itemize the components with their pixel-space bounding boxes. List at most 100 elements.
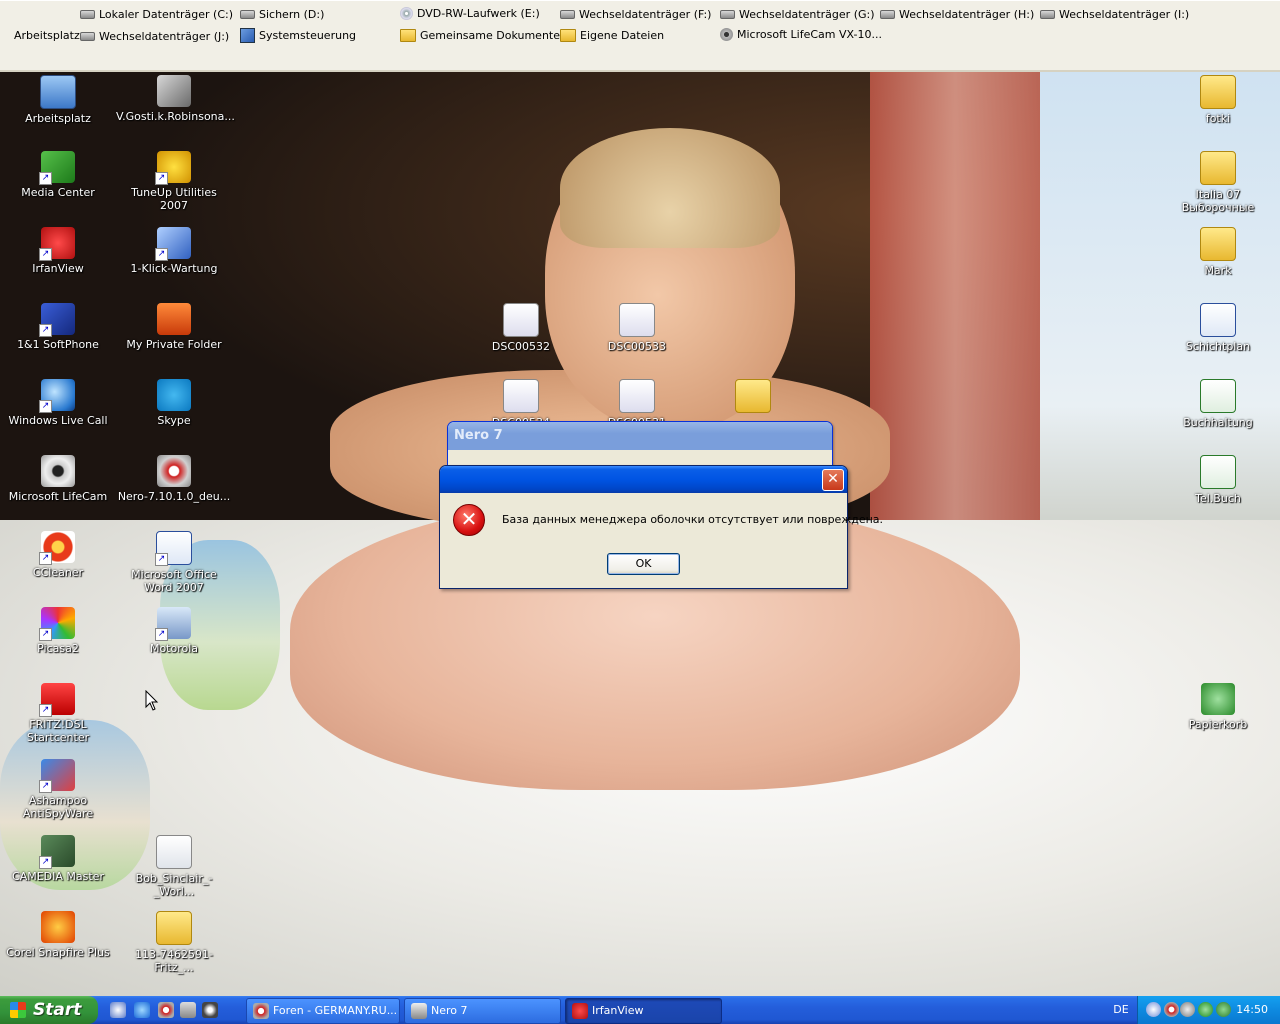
task-nero[interactable]: Nero 7 [404,998,561,1024]
desktop-icon-dsc00533[interactable]: DSC00533 [579,303,695,353]
tray-network-icon[interactable] [1180,1002,1195,1017]
lifecam-link[interactable]: Microsoft LifeCam VX-10... [720,28,882,41]
drive-f[interactable]: Wechseldatenträger (F:) [560,8,711,21]
desktop-icon-fritz[interactable]: FRITZ!DSL Startcenter [0,683,116,744]
webcam-icon [41,455,75,487]
desktop-icon-word[interactable]: Microsoft Office Word 2007 [116,531,232,594]
shared-documents-link[interactable]: Gemeinsame Dokumente [400,29,560,42]
hdd-icon [720,10,735,19]
nero-icon [411,1003,427,1019]
desktop-icon-lifecam[interactable]: Microsoft LifeCam [0,455,116,503]
windows-logo-icon [10,1002,26,1018]
irfanview-icon [39,227,75,261]
desktop-icon-motorola[interactable]: Motorola [116,607,232,655]
nero-window-title: Nero 7 [448,422,832,450]
desktop-icon-tuneup[interactable]: TuneUp Utilities 2007 [116,151,232,212]
ok-button[interactable]: OK [607,553,680,575]
task-irfanview[interactable]: IrfanView [565,998,722,1024]
image-file-icon [619,303,655,337]
media-player-icon[interactable] [202,1002,218,1018]
start-button[interactable]: Start [0,996,98,1024]
control-panel-link[interactable]: Systemsteuerung [240,28,356,43]
drive-j[interactable]: Wechseldatenträger (J:) [80,30,229,43]
drive-d[interactable]: Sichern (D:) [240,8,324,21]
desktop-icon-center-folder[interactable] [695,379,811,416]
desktop-icon-private-folder[interactable]: My Private Folder [116,303,232,351]
skype-icon [157,379,191,411]
desktop-icon-recycle-bin[interactable]: Papierkorb [1160,683,1276,731]
word-icon [155,531,192,566]
opera-icon [253,1003,269,1019]
notepad-icon[interactable] [180,1002,196,1018]
video-file-icon [157,75,191,107]
desktop-icon-camedia[interactable]: CAMEDIA Master [0,835,116,883]
desktop-icon-fotki[interactable]: fotki [1160,75,1276,125]
desktop-icon-live-call[interactable]: Windows Live Call [0,379,116,427]
clock: 14:50 [1236,1003,1268,1016]
desktop-icon-mark[interactable]: Mark [1160,227,1276,277]
drive-e[interactable]: DVD-RW-Laufwerk (E:) [400,7,540,20]
internet-explorer-icon[interactable] [134,1002,150,1018]
softphone-icon [39,303,75,337]
folder-icon [1200,151,1236,185]
desktop-icon-irfanview[interactable]: IrfanView [0,227,116,275]
desktop-icon-skype[interactable]: Skype [116,379,232,427]
desktop-icon-italia[interactable]: Italia 07 Выборочные [1160,151,1276,214]
desktop-icon-1klick[interactable]: 1-Klick-Wartung [116,227,232,275]
desktop-icon-picasa[interactable]: Picasa2 [0,607,116,655]
desktop-icon-nero-setup[interactable]: Nero-7.10.1.0_deu... [116,455,232,503]
my-documents-link[interactable]: Eigene Dateien [560,29,664,42]
tray-app-icon[interactable] [1216,1002,1231,1017]
dialog-titlebar[interactable]: ✕ [440,466,847,493]
desktop-icon-dsc00532[interactable]: DSC00532 [463,303,579,353]
error-icon: ✕ [453,504,485,536]
folder-icon [156,911,192,945]
desktop-icon-gosti[interactable]: V.Gosti.k.Robinsona... [116,75,235,123]
folder-icon [400,29,416,42]
camedia-icon [39,835,75,869]
image-file-icon [619,379,655,413]
desktop-icon-media-center[interactable]: Media Center [0,151,116,199]
hdd-icon [1040,10,1055,19]
desktop-icon-ccleaner[interactable]: CCleaner [0,531,116,579]
desktop-icon-mp3[interactable]: Bob_Sinclair_-_Worl... [116,835,232,898]
live-call-icon [39,379,75,413]
folder-icon [560,29,576,42]
desktop-icon-my-computer[interactable]: Arbeitsplatz [0,75,116,125]
recycle-bin-icon [1201,683,1235,715]
desktop-icon-buchhaltung[interactable]: Buchhaltung [1160,379,1276,429]
computer-icon [40,75,76,109]
system-tray: 14:50 [1137,996,1280,1024]
tray-security-icon[interactable] [1198,1002,1213,1017]
opera-icon[interactable] [158,1002,174,1018]
desktop-icon-corel[interactable]: Corel Snapfire Plus [0,911,116,959]
drive-toolbar: Arbeitsplatz Lokaler Datenträger (C:) Si… [0,0,1280,72]
desktop-icon-ashampoo[interactable]: Ashampoo AntiSpyWare [0,759,116,820]
hdd-icon [880,10,895,19]
drive-i[interactable]: Wechseldatenträger (I:) [1040,8,1189,21]
media-center-icon [39,151,75,185]
error-message: База данных менеджера оболочки отсутству… [502,513,884,526]
desktop-icon-schichtplan[interactable]: Schichtplan [1160,303,1276,353]
hdd-icon [80,10,95,19]
desktop-icon-softphone[interactable]: 1&1 SoftPhone [0,303,116,351]
hdd-icon [80,32,95,41]
drive-c[interactable]: Lokaler Datenträger (C:) [80,8,233,21]
desktop-icon-telbuch[interactable]: Tel.Buch [1160,455,1276,505]
close-icon[interactable]: ✕ [822,469,844,491]
task-foren[interactable]: Foren - GERMANY.RU... [246,998,400,1024]
mp3-file-icon [156,835,192,869]
toolbar-label: Arbeitsplatz [14,29,80,42]
image-file-icon [503,379,539,413]
hdd-icon [560,10,575,19]
language-indicator[interactable]: DE [1108,998,1134,1022]
tray-arrow-icon[interactable] [1146,1002,1161,1017]
tray-opera-icon[interactable] [1164,1002,1179,1017]
show-desktop-icon[interactable] [110,1002,126,1018]
motorola-icon [155,607,191,641]
drive-h[interactable]: Wechseldatenträger (H:) [880,8,1034,21]
drive-g[interactable]: Wechseldatenträger (G:) [720,8,875,21]
ccleaner-icon [39,531,75,565]
error-dialog[interactable]: ✕ ✕ База данных менеджера оболочки отсут… [439,465,883,589]
desktop-icon-fritz-folder[interactable]: 113-7462591-Fritz_... [116,911,232,974]
